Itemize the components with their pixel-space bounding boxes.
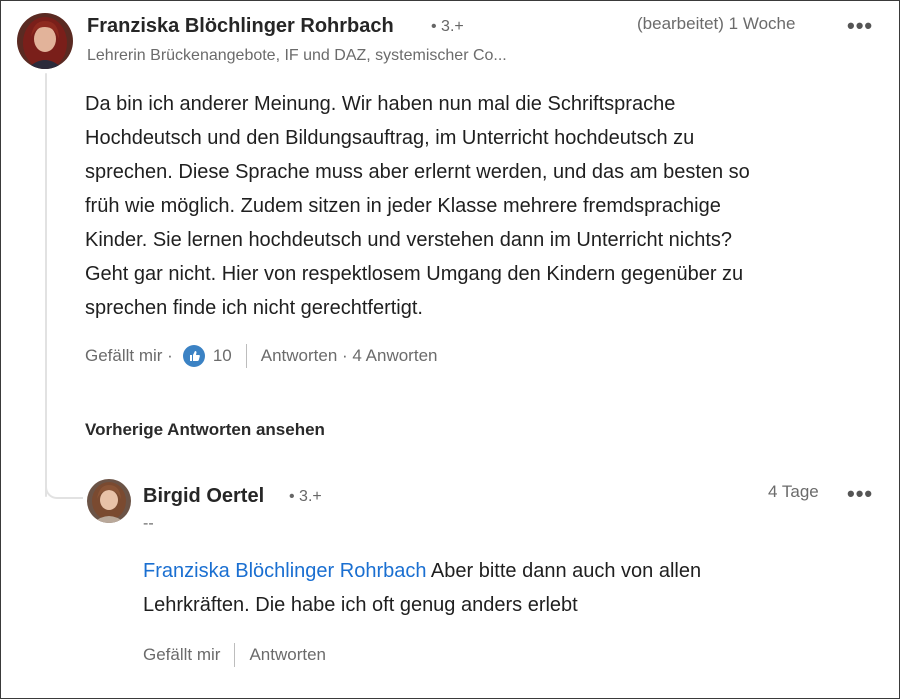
comment-timestamp: (bearbeitet) 1 Woche (637, 14, 796, 33)
comment-actions: Gefällt mir · 10 Antworten · 4 Anworten (85, 344, 437, 368)
more-options-button[interactable]: ••• (847, 15, 873, 37)
like-button[interactable]: Gefällt mir (143, 645, 220, 665)
thread-connector-line (45, 73, 47, 497)
comment-text-line: früh wie möglich. Zudem sitzen in jeder … (85, 195, 721, 217)
author-headline: Lehrerin Brückenangebote, IF und DAZ, sy… (87, 47, 507, 64)
like-count[interactable]: 10 (213, 346, 232, 366)
reply-text-segment: Aber bitte dann auch von allen (426, 560, 702, 582)
reply-timestamp: 4 Tage (768, 482, 819, 501)
comment-text-line: Da bin ich anderer Meinung. Wir haben nu… (85, 93, 676, 115)
reply-button[interactable]: Antworten (249, 645, 326, 665)
comment-thread: Franziska Blöchlinger Rohrbach • 3.+ Leh… (0, 0, 900, 699)
reply-button[interactable]: Antworten · 4 Anworten (261, 346, 438, 366)
avatar[interactable] (87, 479, 131, 523)
like-button[interactable]: Gefällt mir · (85, 346, 173, 366)
reply-text: Franziska Blöchlinger Rohrbach Aber bitt… (143, 554, 883, 622)
reply-author-name[interactable]: Birgid Oertel (143, 485, 264, 508)
connection-degree: • 3.+ (431, 18, 464, 35)
comment-text-line: Hochdeutsch und den Bildungsauftrag, im … (85, 127, 695, 149)
author-headline: -- (143, 515, 154, 532)
more-options-button[interactable]: ••• (847, 483, 873, 505)
comment-text-line: Kinder. Sie lernen hochdeutsch und verst… (85, 229, 733, 251)
mention-link[interactable]: Franziska Blöchlinger Rohrbach (143, 560, 426, 582)
action-divider (234, 643, 236, 667)
view-previous-replies-link[interactable]: Vorherige Antworten ansehen (85, 420, 325, 440)
avatar[interactable] (17, 13, 73, 69)
thread-connector-curve (45, 471, 83, 499)
like-reaction-icon (182, 345, 205, 367)
comment-text-line: sprechen finde ich nicht gerechtfertigt. (85, 297, 423, 319)
reply-text-line: Lehrkräften. Die habe ich oft genug ande… (143, 594, 578, 616)
comment-author-name[interactable]: Franziska Blöchlinger Rohrbach (87, 15, 394, 38)
action-divider (245, 344, 247, 368)
comment-text: Da bin ich anderer Meinung. Wir haben nu… (85, 87, 885, 325)
comment-text-line: Geht gar nicht. Hier von respektlosem Um… (85, 263, 744, 285)
comment-text-line: sprechen. Diese Sprache muss aber erlern… (85, 161, 750, 183)
reply-actions: Gefällt mir Antworten (143, 643, 326, 667)
connection-degree: • 3.+ (289, 488, 322, 505)
